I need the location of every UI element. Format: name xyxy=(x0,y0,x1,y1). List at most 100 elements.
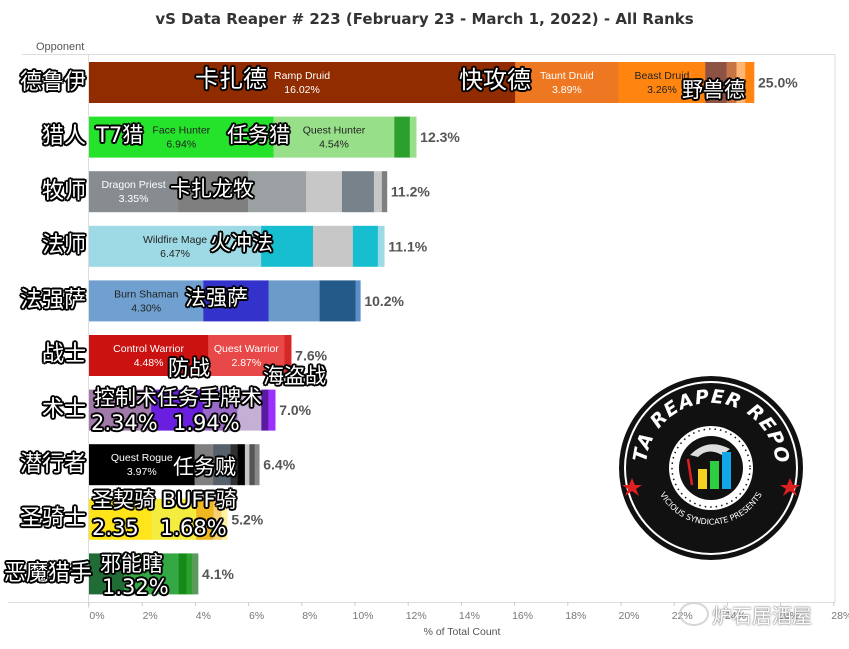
bar-segment xyxy=(89,62,516,103)
x-tick-label: 20% xyxy=(618,610,639,622)
bar-segment xyxy=(268,389,276,431)
category-label: 法强萨 xyxy=(19,288,86,313)
total-label: 6.4% xyxy=(263,457,295,473)
segment-value: 3.97% xyxy=(127,466,157,478)
annotation: 火冲法 xyxy=(210,231,273,255)
segment-label: Quest Warrior xyxy=(214,343,279,355)
x-tick-label: 8% xyxy=(302,610,317,622)
bar-segment xyxy=(352,225,379,267)
category-label: 恶魔猎手 xyxy=(3,561,92,586)
bar-segment xyxy=(381,171,388,213)
annotation: 1.32% xyxy=(102,575,169,599)
x-tick-label: 10% xyxy=(352,610,373,622)
bar-segment xyxy=(312,225,354,267)
category-label: 法师 xyxy=(41,233,86,258)
bar-segment xyxy=(745,62,755,103)
annotation: 卡扎龙牧 xyxy=(170,177,254,201)
annotation: 防战 xyxy=(168,356,210,380)
x-axis-title: % of Total Count xyxy=(424,626,501,638)
annotation: 海盗战 xyxy=(263,364,326,388)
annotation: 2.35 xyxy=(92,516,139,540)
annotation: T7猎 xyxy=(96,123,144,147)
x-tick-label: 4% xyxy=(196,610,211,622)
total-label: 7.0% xyxy=(279,402,311,418)
x-tick-label: 0% xyxy=(89,610,104,622)
bar-segment xyxy=(244,444,250,486)
category-label: 德鲁伊 xyxy=(19,70,86,95)
annotation: 任务猎 xyxy=(227,123,290,147)
segment-label: Control Warrior xyxy=(113,343,184,355)
segment-value: 2.87% xyxy=(231,357,261,369)
total-label: 4.1% xyxy=(202,566,234,582)
x-tick-label: 18% xyxy=(565,610,586,622)
bar-segment xyxy=(254,444,260,486)
annotation: 卡扎德 xyxy=(195,65,267,93)
segment-value: 4.30% xyxy=(131,302,161,314)
bar-segment xyxy=(249,444,256,486)
segment-value: 4.48% xyxy=(134,357,164,369)
annotation: 1.68% xyxy=(160,516,227,540)
annotation: 邪能瞎 xyxy=(100,552,163,576)
bar-segment xyxy=(268,280,320,322)
total-label: 12.3% xyxy=(420,129,460,145)
total-label: 7.6% xyxy=(295,348,327,364)
wechat-icon xyxy=(679,602,709,626)
segment-value: 6.94% xyxy=(166,139,196,151)
segment-label: Burn Shaman xyxy=(114,288,178,300)
bar-segment xyxy=(261,389,269,431)
chart-container: vS Data Reaper # 223 (February 23 - Marc… xyxy=(0,0,849,649)
annotation: 2.34% xyxy=(91,411,158,435)
segment-label: Wildfire Mage xyxy=(143,234,207,246)
annotation: 任务贼 xyxy=(173,455,236,479)
x-tick-label: 6% xyxy=(249,610,264,622)
segment-label: Taunt Druid xyxy=(540,70,594,82)
bar-segment xyxy=(306,171,343,213)
segment-value: 3.26% xyxy=(647,84,677,96)
segment-value: 3.35% xyxy=(119,193,149,205)
segment-label: Ramp Druid xyxy=(274,70,330,82)
segment-value: 4.54% xyxy=(319,139,349,151)
segment-label: Face Hunter xyxy=(152,125,210,137)
watermark: 炉石居酒屋 xyxy=(712,604,812,628)
segment-label: Quest Hunter xyxy=(303,125,366,137)
x-tick-label: 14% xyxy=(459,610,480,622)
bar-segment xyxy=(186,553,193,595)
category-label: 圣骑士 xyxy=(19,506,86,531)
bar-segment xyxy=(178,553,187,595)
bar-segment xyxy=(248,171,307,213)
bar-segment xyxy=(191,553,199,595)
segment-value: 6.47% xyxy=(160,248,190,260)
bar-segment xyxy=(237,444,246,486)
x-tick-label: 16% xyxy=(512,610,533,622)
bar-segment xyxy=(273,116,395,158)
total-label: 5.2% xyxy=(231,511,263,527)
annotation: 控制术任务手牌术 xyxy=(94,386,262,410)
annotation: 法强萨 xyxy=(185,286,248,310)
annotation: 圣契骑 BUFF骑 xyxy=(92,488,237,512)
category-label: 牧师 xyxy=(41,179,86,204)
bar-segment xyxy=(319,280,356,322)
bar-segment xyxy=(394,116,411,158)
total-label: 11.1% xyxy=(388,238,427,254)
annotation: 野兽德 xyxy=(682,78,745,102)
x-tick-label: 28% xyxy=(831,610,849,622)
annotation: 1.94% xyxy=(173,411,240,435)
category-label: 潜行者 xyxy=(19,452,86,477)
bar-segment xyxy=(377,225,385,267)
x-tick-label: 2% xyxy=(143,610,158,622)
data-reaper-logo: DATA REAPER REPORT VICIOUS SYNDICATE PRE… xyxy=(618,375,803,560)
x-tick-label: 12% xyxy=(406,610,427,622)
total-label: 10.2% xyxy=(364,293,404,309)
segment-label: Quest Rogue xyxy=(111,452,173,464)
segment-value: 16.02% xyxy=(284,84,320,96)
bar-segment xyxy=(409,116,417,158)
category-label: 猎人 xyxy=(41,124,86,149)
category-label: 战士 xyxy=(41,342,86,367)
bar-segment xyxy=(355,280,361,322)
bar-segment xyxy=(341,171,375,213)
category-label: 术士 xyxy=(41,397,86,422)
bar-segment xyxy=(373,171,383,213)
annotation: 快攻德 xyxy=(459,66,531,94)
segment-label: Dragon Priest xyxy=(101,179,165,191)
total-label: 25.0% xyxy=(758,75,798,91)
